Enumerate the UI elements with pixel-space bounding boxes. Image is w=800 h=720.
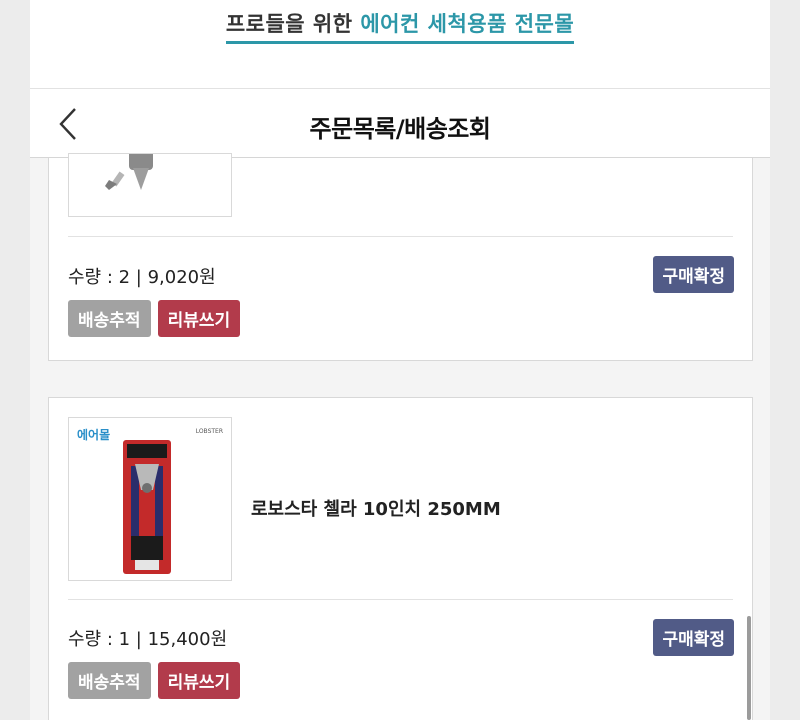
product-thumbnail[interactable] — [68, 153, 232, 217]
product-thumbnail[interactable]: 에어몰 LOBSTER — [68, 417, 232, 581]
track-delivery-button[interactable]: 배송추적 — [68, 300, 151, 337]
product-name[interactable]: 로보스타 첼라 10인치 250MM — [251, 495, 501, 521]
banner-text: 프로들을 위한 에어컨 세척용품 전문몰 — [225, 8, 575, 44]
order-actions: 배송추적 리뷰쓰기 — [68, 662, 241, 699]
promo-banner[interactable]: 프로들을 위한 에어컨 세척용품 전문몰 — [30, 0, 770, 88]
banner-text-plain: 프로들을 위한 — [225, 12, 353, 36]
quantity-price: 수량 : 1 | 15,400원 — [68, 629, 228, 650]
track-delivery-button[interactable]: 배송추적 — [68, 662, 151, 699]
confirm-purchase-button[interactable]: 구매확정 — [653, 619, 734, 656]
order-actions: 배송추적 리뷰쓰기 — [68, 300, 241, 337]
screwdriver-bit-image — [105, 154, 153, 190]
write-review-button[interactable]: 리뷰쓰기 — [157, 300, 241, 337]
write-review-button[interactable]: 리뷰쓰기 — [157, 662, 241, 699]
order-card: 수량 : 2 | 9,020원 구매확정 배송추적 리뷰쓰기 — [48, 153, 753, 361]
page-header: 주문목록/배송조회 — [30, 88, 770, 158]
order-card: 에어몰 LOBSTER 로보스타 첼라 10인치 250MM 수량 : 1 | … — [48, 397, 753, 720]
card-divider — [68, 599, 733, 600]
card-divider — [68, 236, 733, 237]
scrollbar[interactable] — [747, 616, 751, 720]
banner-text-accent: 에어컨 세척용품 전문몰 — [360, 12, 575, 36]
quantity-price: 수량 : 2 | 9,020원 — [68, 267, 216, 288]
pliers-package-image — [123, 440, 171, 574]
app-screen: 프로들을 위한 에어컨 세척용품 전문몰 주문목록/배송조회 수량 : 2 | … — [30, 0, 770, 720]
page-title: 주문목록/배송조회 — [309, 115, 491, 143]
confirm-purchase-button[interactable]: 구매확정 — [653, 256, 734, 293]
